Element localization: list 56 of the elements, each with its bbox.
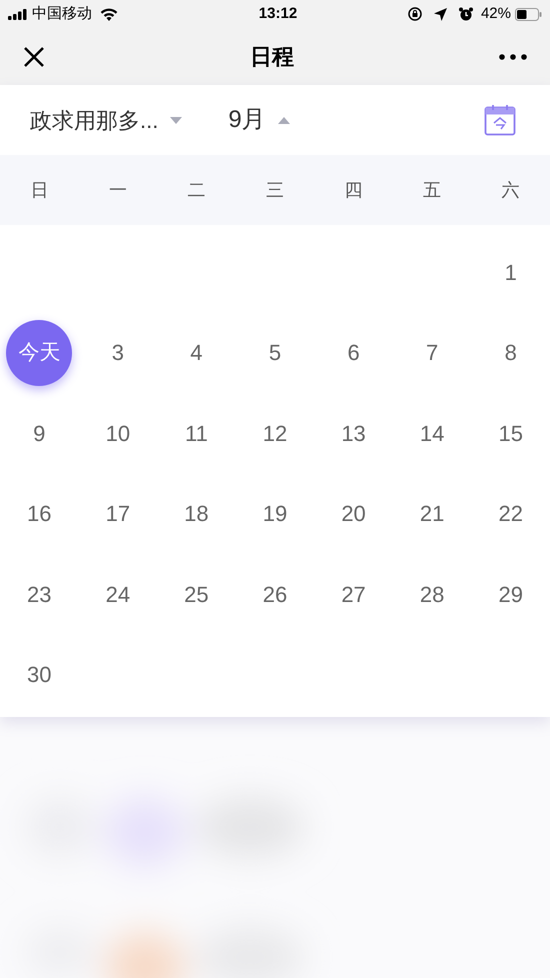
calendar-date[interactable]: 18 bbox=[180, 497, 213, 530]
calendar-date[interactable]: 9 bbox=[29, 416, 50, 450]
wifi-icon bbox=[100, 8, 118, 20]
calendar-date[interactable]: 22 bbox=[494, 497, 527, 530]
weekday-label: 五 bbox=[423, 178, 442, 202]
calendar-date[interactable]: 7 bbox=[422, 336, 442, 370]
calendar-date[interactable]: 17 bbox=[102, 497, 134, 530]
weekday-label: 六 bbox=[502, 178, 520, 202]
calendar-date[interactable]: 14 bbox=[416, 416, 448, 450]
calendar-date[interactable]: 6 bbox=[343, 336, 364, 370]
calendar-date[interactable]: 27 bbox=[337, 578, 370, 611]
weekday-label: 四 bbox=[344, 178, 363, 202]
month-dropdown[interactable]: 9月 bbox=[228, 102, 290, 138]
weekday-label: 三 bbox=[266, 178, 284, 202]
calendar-date[interactable]: 25 bbox=[180, 578, 213, 611]
page-title: 日程 bbox=[250, 43, 294, 71]
caret-down-icon bbox=[170, 116, 182, 124]
calendar-date[interactable]: 1 bbox=[500, 256, 521, 289]
calendar-date[interactable]: 29 bbox=[494, 578, 527, 611]
close-icon bbox=[23, 46, 45, 68]
calendar-date[interactable]: 21 bbox=[416, 497, 448, 530]
calendar-date[interactable]: 5 bbox=[264, 336, 286, 370]
alarm-icon bbox=[458, 7, 473, 21]
rotation-lock-icon bbox=[408, 7, 422, 21]
calendar-date[interactable]: 30 bbox=[23, 658, 56, 692]
caret-up-icon bbox=[278, 116, 290, 124]
calendar-date[interactable]: 23 bbox=[23, 578, 56, 611]
calendar-date[interactable]: 12 bbox=[258, 416, 292, 450]
close-button[interactable] bbox=[22, 44, 46, 68]
carrier-name: 中国移动 bbox=[32, 4, 92, 24]
calendar-date[interactable]: 8 bbox=[500, 336, 521, 370]
today-calendar-button[interactable] bbox=[484, 104, 516, 136]
calendar-date[interactable]: 26 bbox=[258, 578, 292, 611]
clock-time: 13:12 bbox=[258, 4, 298, 24]
calendar-date[interactable]: 10 bbox=[102, 416, 134, 450]
calendar-date[interactable]: 28 bbox=[416, 578, 448, 611]
calendar-date[interactable]: 15 bbox=[494, 416, 527, 450]
calendar-date[interactable]: 13 bbox=[337, 416, 370, 450]
calendar-date[interactable]: 19 bbox=[258, 497, 292, 530]
calendar-date[interactable]: 4 bbox=[186, 336, 207, 370]
weekday-label: 日 bbox=[30, 178, 48, 202]
signal-icon bbox=[8, 8, 28, 20]
location-arrow-icon bbox=[434, 8, 447, 20]
calendar-date[interactable]: 3 bbox=[108, 336, 128, 370]
calendar-date[interactable]: 24 bbox=[102, 578, 134, 611]
battery-icon bbox=[515, 8, 542, 20]
weekday-label: 二 bbox=[187, 178, 206, 202]
calendar-date[interactable]: 11 bbox=[181, 416, 212, 450]
battery-percentage: 42% bbox=[480, 4, 511, 24]
calendar-date[interactable]: 20 bbox=[337, 497, 370, 530]
more-icon bbox=[499, 54, 527, 60]
calendar-date[interactable]: 16 bbox=[23, 497, 56, 530]
weekday-label: 一 bbox=[108, 178, 127, 202]
calendar-dropdown[interactable]: 政求用那多... bbox=[30, 104, 182, 136]
calendar-today-icon bbox=[484, 104, 516, 136]
today-date-button[interactable]: 今天 bbox=[6, 320, 72, 386]
